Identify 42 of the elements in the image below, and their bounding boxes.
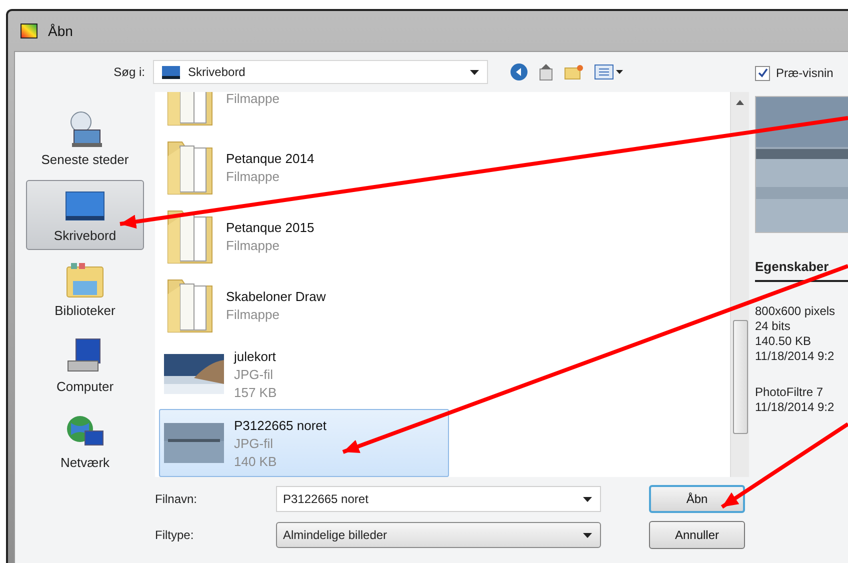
cancel-button[interactable]: Annuller bbox=[649, 521, 745, 549]
file-item[interactable]: Skabeloner Draw Filmappe bbox=[159, 271, 449, 339]
look-in-label: Søg i: bbox=[112, 65, 146, 79]
scroll-up-icon[interactable] bbox=[736, 100, 744, 105]
scrollbar-thumb[interactable] bbox=[732, 320, 748, 434]
caret-icon bbox=[583, 496, 592, 502]
property-text: 11/18/2014 9:2 bbox=[755, 400, 836, 414]
app-icon bbox=[20, 23, 38, 39]
file-item[interactable]: P3122665 noret JPG-fil 140 KB bbox=[159, 409, 449, 477]
file-item[interactable]: Petanque 2015 Filmappe bbox=[159, 202, 449, 270]
view-menu-icon[interactable] bbox=[594, 64, 624, 80]
library-folder-icon bbox=[65, 261, 105, 300]
property-text: 11/18/2014 9:2 bbox=[755, 349, 836, 363]
new-folder-icon[interactable] bbox=[564, 64, 584, 80]
property-text: 140.50 KB bbox=[755, 334, 812, 348]
filetype-dropdown[interactable]: Almindelige billeder bbox=[276, 522, 601, 548]
place-item[interactable]: Netværk bbox=[26, 407, 144, 477]
place-item[interactable]: Seneste steder bbox=[26, 104, 144, 174]
property-text: PhotoFiltre 7 bbox=[755, 385, 824, 399]
place-item[interactable]: Computer bbox=[26, 331, 144, 402]
preview-label: Præ-visnin bbox=[776, 66, 834, 80]
file-item[interactable]: Petanque 2014 Filmappe bbox=[159, 133, 449, 201]
caret-icon bbox=[470, 70, 479, 74]
properties-heading: Egenskaber bbox=[755, 259, 848, 282]
up-folder-icon[interactable] bbox=[538, 63, 554, 81]
filename-label: Filnavn: bbox=[154, 492, 198, 506]
open-button[interactable]: Åbn bbox=[649, 485, 745, 513]
filename-field[interactable]: P3122665 noret bbox=[276, 486, 601, 512]
property-text: 24 bits bbox=[755, 319, 792, 333]
scrollbar[interactable] bbox=[730, 92, 749, 477]
back-icon[interactable] bbox=[510, 63, 528, 81]
location-dropdown[interactable]: Skrivebord bbox=[153, 60, 488, 84]
filetype-label: Filtype: bbox=[154, 528, 195, 542]
place-item[interactable]: Skrivebord bbox=[26, 180, 144, 250]
file-item[interactable]: julekort JPG-fil 157 KB bbox=[159, 340, 449, 408]
place-item[interactable]: Biblioteker bbox=[26, 256, 144, 326]
preview-checkbox[interactable] bbox=[755, 66, 770, 80]
caret-icon bbox=[583, 532, 592, 538]
checkmark-icon bbox=[758, 68, 768, 78]
property-text: 800x600 pixels bbox=[755, 304, 836, 318]
desktop-icon bbox=[162, 66, 180, 78]
window-title: Åbn bbox=[48, 23, 73, 39]
